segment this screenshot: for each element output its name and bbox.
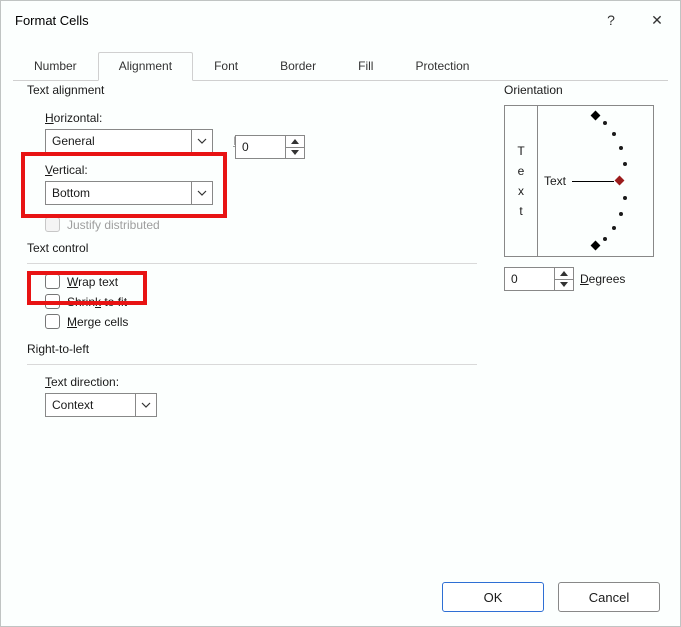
orientation-vertical-text[interactable]: T e x t — [505, 106, 538, 256]
orientation-panel: Orientation T e x t Text — [504, 83, 654, 291]
diamond-icon — [591, 111, 601, 121]
section-rtl: Right-to-left — [27, 342, 654, 356]
shrink-row[interactable]: Shrink to fit — [45, 294, 654, 309]
dialog-title: Format Cells — [15, 13, 89, 28]
tab-strip: Number Alignment Font Border Fill Protec… — [13, 51, 668, 81]
chevron-down-icon — [191, 182, 212, 204]
orientation-dial[interactable]: Text — [538, 106, 653, 256]
tab-border[interactable]: Border — [259, 52, 337, 81]
shrink-checkbox[interactable] — [45, 294, 60, 309]
horizontal-combo[interactable]: General — [45, 129, 213, 153]
close-button[interactable]: ✕ — [634, 1, 680, 39]
degrees-spin[interactable]: 0 — [504, 267, 574, 291]
ok-button[interactable]: OK — [442, 582, 544, 612]
spin-up-icon[interactable] — [286, 136, 304, 148]
tab-protection[interactable]: Protection — [394, 52, 490, 81]
close-icon: ✕ — [651, 12, 663, 29]
justify-checkbox — [45, 217, 60, 232]
tab-body: Text alignment Horizontal: General Inden… — [27, 83, 654, 556]
spin-down-icon[interactable] — [286, 148, 304, 159]
dialog-footer: OK Cancel — [442, 582, 660, 612]
merge-checkbox[interactable] — [45, 314, 60, 329]
titlebar: Format Cells ? ✕ — [1, 1, 680, 39]
merge-row[interactable]: Merge cells — [45, 314, 654, 329]
section-orientation: Orientation — [504, 83, 654, 97]
chevron-down-icon — [191, 130, 212, 152]
spin-down-icon[interactable] — [555, 280, 573, 291]
cancel-button[interactable]: Cancel — [558, 582, 660, 612]
chevron-down-icon — [135, 394, 156, 416]
diamond-icon — [615, 176, 625, 186]
tab-number[interactable]: Number — [13, 52, 98, 81]
spin-up-icon[interactable] — [555, 268, 573, 280]
wrap-checkbox[interactable] — [45, 274, 60, 289]
text-direction-label: Text direction: — [45, 375, 654, 389]
indent-spin[interactable]: 0 — [235, 135, 305, 159]
diamond-icon — [591, 241, 601, 251]
tab-fill[interactable]: Fill — [337, 52, 394, 81]
tab-font[interactable]: Font — [193, 52, 259, 81]
text-direction-combo[interactable]: Context — [45, 393, 157, 417]
format-cells-dialog: Format Cells ? ✕ Number Alignment Font B… — [0, 0, 681, 627]
vertical-combo[interactable]: Bottom — [45, 181, 213, 205]
tab-alignment[interactable]: Alignment — [98, 52, 193, 81]
help-icon: ? — [607, 12, 615, 28]
degrees-label: Degrees — [580, 272, 625, 286]
help-button[interactable]: ? — [588, 1, 634, 39]
